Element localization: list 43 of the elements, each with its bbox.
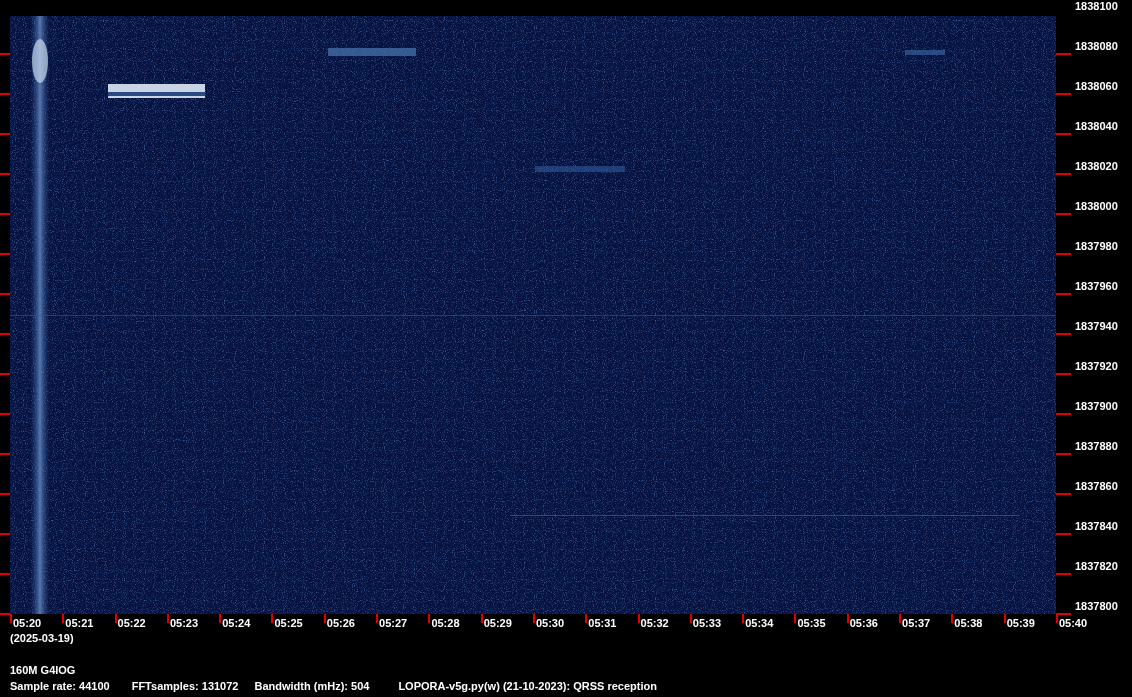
time-label: 05:23: [169, 617, 199, 630]
frequency-label: 1837840: [1075, 520, 1118, 533]
station-label: 160M G4IOG: [10, 663, 77, 677]
frequency-label: 1837960: [1075, 280, 1118, 293]
frequency-label: 1837980: [1075, 240, 1118, 253]
time-label: 05:30: [535, 617, 565, 630]
info-text: Bandwidth (mHz): 504: [254, 679, 370, 693]
frequency-label: 1837820: [1075, 560, 1118, 573]
date-label: (2025-03-19): [10, 631, 75, 645]
info-text: FFTsamples: 131072: [131, 679, 239, 693]
time-label: 05:38: [954, 617, 983, 630]
time-label: 05:33: [692, 617, 721, 630]
time-label: 05:28: [431, 617, 460, 630]
frequency-label: 1837860: [1075, 480, 1118, 493]
time-label: 05:29: [483, 617, 512, 630]
time-label: 05:36: [849, 617, 878, 630]
time-label: 05:31: [588, 617, 617, 630]
frequency-label: 1838060: [1075, 80, 1118, 93]
time-label: 05:22: [117, 617, 146, 630]
time-label: 05:40: [1058, 617, 1088, 630]
frequency-label: 1837800: [1075, 600, 1118, 613]
time-label: 05:27: [379, 617, 408, 630]
frequency-label: 1837880: [1075, 440, 1118, 453]
frequency-label: 1838000: [1075, 200, 1118, 213]
time-label: 05:34: [745, 617, 774, 630]
frequency-label: 1838020: [1075, 160, 1118, 173]
time-label: 05:21: [65, 617, 94, 630]
time-label: 05:25: [274, 617, 303, 630]
time-label: 05:24: [222, 617, 251, 630]
frequency-label: 1838040: [1075, 120, 1118, 133]
info-text: LOPORA-v5g.py(w) (21-10-2023): QRSS reception: [398, 679, 657, 693]
time-label: 05:39: [1006, 617, 1035, 630]
frequency-label: 1837920: [1075, 360, 1118, 373]
time-label: 05:32: [640, 617, 669, 630]
time-label: 05:20: [13, 617, 42, 630]
time-label: 05:26: [326, 617, 355, 630]
frequency-label: 1838100: [1075, 0, 1118, 13]
time-label: 05:35: [797, 617, 826, 630]
frequency-label: 1837900: [1075, 400, 1118, 413]
time-label: 05:37: [902, 617, 931, 630]
frequency-label: 1837940: [1075, 320, 1118, 333]
frequency-label: 1838080: [1075, 40, 1118, 53]
info-text: Sample rate: 44100: [10, 679, 110, 693]
